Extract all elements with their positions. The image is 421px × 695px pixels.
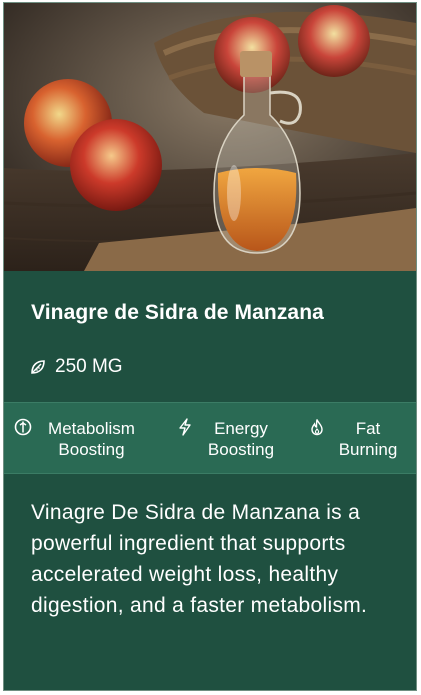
metabolism-icon <box>14 418 32 436</box>
benefit-energy: Energy Boosting <box>176 418 286 460</box>
product-card: Vinagre de Sidra de Manzana 250 MG Metab… <box>3 2 417 691</box>
product-description: Vinagre De Sidra de Manzana is a powerfu… <box>31 501 368 617</box>
product-title: Vinagre de Sidra de Manzana <box>31 301 324 324</box>
dose-row: 250 MG <box>29 356 123 378</box>
flame-icon <box>308 418 326 436</box>
leaf-icon <box>29 358 47 376</box>
product-image <box>4 3 416 271</box>
benefit-fat-burning: Fat Burning <box>308 418 408 460</box>
benefit-label: Metabolism Boosting <box>48 419 135 459</box>
dose-text: 250 MG <box>55 356 123 377</box>
lightning-icon <box>176 418 194 436</box>
benefit-metabolism: Metabolism Boosting <box>14 418 149 460</box>
benefits-bar: Metabolism Boosting Energy Boosting Fat … <box>4 402 416 474</box>
